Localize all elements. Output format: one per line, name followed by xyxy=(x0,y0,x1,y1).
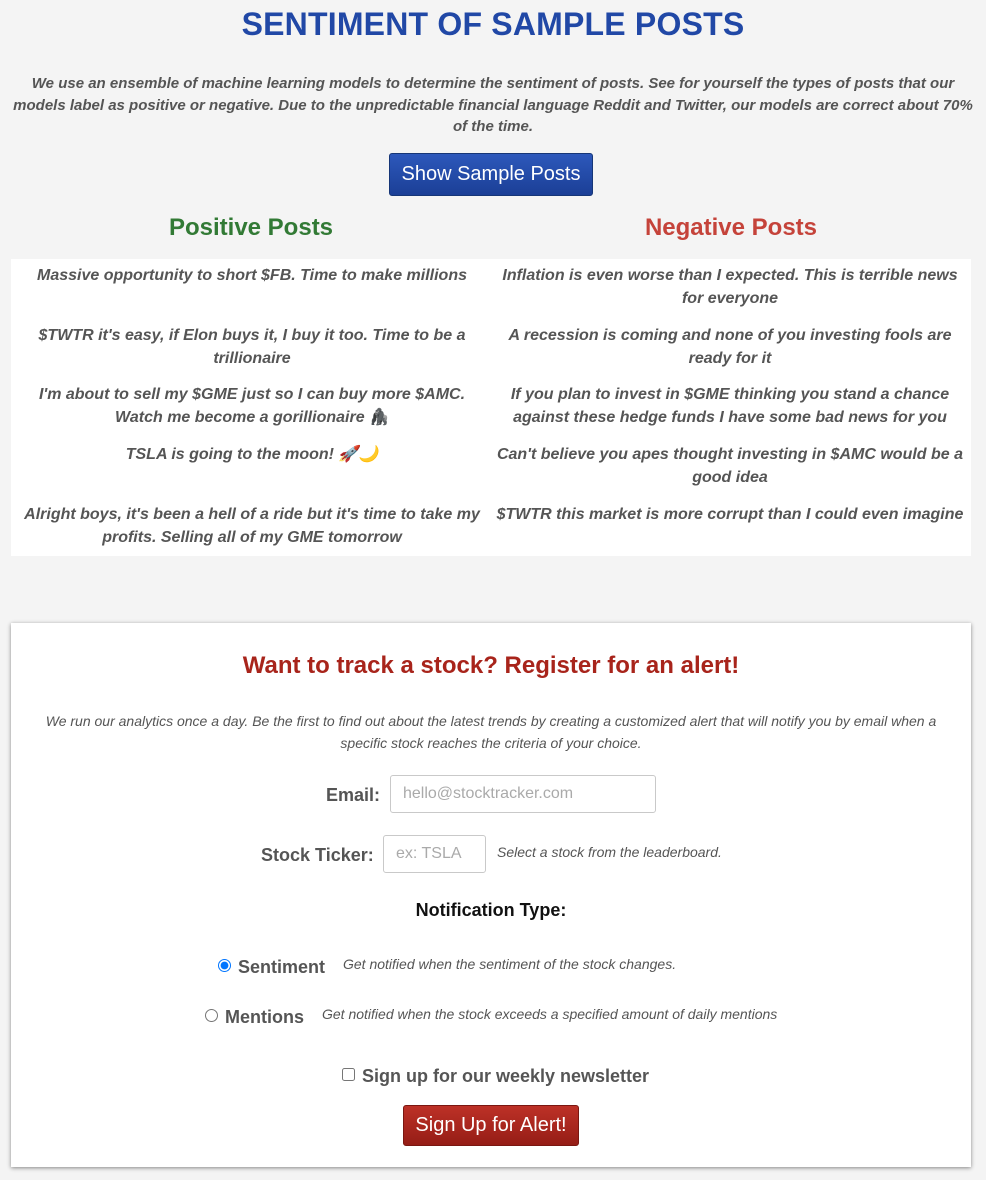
positive-post: TSLA is going to the moon! 🚀🌙 xyxy=(125,446,379,463)
stock-ticker-label: Stock Ticker: xyxy=(261,845,374,865)
mentions-hint: Get notified when the stock exceeds a sp… xyxy=(322,1006,778,1022)
alert-registration-card: Want to track a stock? Register for an a… xyxy=(11,623,971,1167)
sign-up-alert-button[interactable]: Sign Up for Alert! xyxy=(403,1105,579,1146)
positive-post: I'm about to sell my $GME just so I can … xyxy=(38,386,466,426)
positive-post: Massive opportunity to short $FB. Time t… xyxy=(37,267,467,284)
sentiment-hint: Get notified when the sentiment of the s… xyxy=(343,956,677,972)
notification-type-heading: Notification Type: xyxy=(415,900,567,920)
negative-post: If you plan to invest in $GME thinking y… xyxy=(510,386,950,426)
mentions-radio[interactable] xyxy=(205,1009,218,1022)
sentiment-radio[interactable] xyxy=(218,959,231,972)
stock-ticker-hint: Select a stock from the leaderboard. xyxy=(497,844,722,860)
positive-post: Alright boys, it's been a hell of a ride… xyxy=(24,506,480,546)
newsletter-checkbox[interactable] xyxy=(342,1068,355,1081)
show-sample-posts-button[interactable]: Show Sample Posts xyxy=(389,153,593,196)
negative-post: Can't believe you apes thought investing… xyxy=(496,446,964,486)
alert-description: We run our analytics once a day. Be the … xyxy=(45,713,937,751)
page-title: SENTIMENT OF SAMPLE POSTS xyxy=(241,6,745,42)
negative-posts-heading: Negative Posts xyxy=(644,214,818,241)
sentiment-label[interactable]: Sentiment xyxy=(238,957,325,978)
negative-post: A recession is coming and none of you in… xyxy=(508,327,952,367)
mentions-label[interactable]: Mentions xyxy=(225,1007,304,1028)
intro-text: We use an ensemble of machine learning m… xyxy=(13,75,973,135)
negative-post: Inflation is even worse than I expected.… xyxy=(502,267,958,307)
positive-post: $TWTR it's easy, if Elon buys it, I buy … xyxy=(38,327,466,367)
negative-post: $TWTR this market is more corrupt than I… xyxy=(496,506,964,523)
alert-title: Want to track a stock? Register for an a… xyxy=(242,652,740,679)
positive-posts-heading: Positive Posts xyxy=(168,214,334,241)
sample-posts-panel: Massive opportunity to short $FB. Time t… xyxy=(11,259,971,556)
newsletter-label[interactable]: Sign up for our weekly newsletter xyxy=(362,1066,649,1087)
email-field[interactable] xyxy=(390,775,656,813)
email-label: Email: xyxy=(326,785,381,805)
stock-ticker-field[interactable] xyxy=(383,835,486,873)
